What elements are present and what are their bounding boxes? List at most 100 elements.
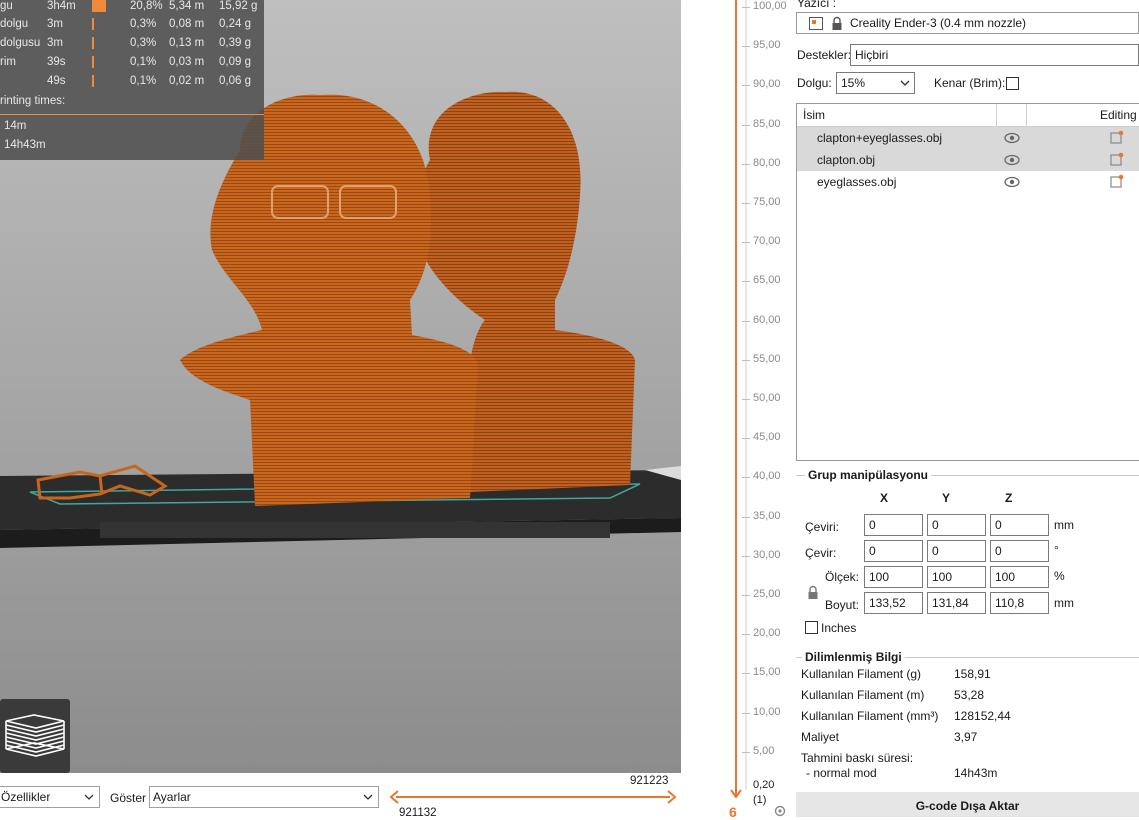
object-row[interactable]: clapton+eyeglasses.obj <box>797 127 1139 149</box>
layer-tick-label: 35,00 <box>753 509 781 522</box>
legend-name: dolgu <box>0 18 29 30</box>
inches-checkbox[interactable] <box>805 621 818 634</box>
legend-time: 3m <box>47 37 63 49</box>
column-name-header[interactable]: İsim <box>803 108 825 122</box>
h-slider-left-value: 921132 <box>399 807 437 819</box>
layer-tick-label: 40,00 <box>753 470 781 483</box>
filament-grams-value: 158,91 <box>954 667 991 681</box>
inches-label: Inches <box>821 621 857 635</box>
printer-label: Yazıcı : <box>797 0 837 10</box>
layer-tick-mark <box>742 203 750 204</box>
cost-value: 3,97 <box>954 730 978 744</box>
supports-select[interactable]: Hiçbiri <box>850 44 1139 66</box>
show-select[interactable]: Ayarlar <box>149 786 379 808</box>
layer-tick-mark <box>742 163 750 165</box>
view-type-select[interactable]: Özellikler <box>0 786 100 808</box>
printing-time-row: 14h43m <box>4 139 46 151</box>
layer-tick-label: 20,00 <box>753 627 781 640</box>
legend-bar <box>92 0 106 12</box>
object-name: eyeglasses.obj <box>817 175 897 189</box>
legend-name: dolgusu <box>0 37 41 49</box>
layer-tick-mark <box>742 242 750 244</box>
rotate-x-input[interactable]: 0 <box>864 540 923 562</box>
scale-y-input[interactable]: 100 <box>927 566 986 588</box>
normal-mode-value: 14h43m <box>954 766 998 780</box>
show-label: Göster <box>110 791 147 805</box>
brim-label: Kenar (Brim): <box>934 76 1006 90</box>
layer-tick-mark <box>742 320 750 322</box>
normal-mode-label: - normal mod <box>806 766 877 780</box>
legend-grams: 0,24 g <box>219 18 251 30</box>
object-name: clapton.obj <box>817 153 876 167</box>
legend-meters: 5,34 m <box>169 0 205 12</box>
visibility-eye-icon[interactable] <box>1004 154 1020 166</box>
layer-slider[interactable]: 6 100,00 95,00 90,00 85,00 80,00 75,00 70,00 65… <box>720 0 796 817</box>
filament-meters-label: Kullanılan Filament (m) <box>801 688 925 702</box>
size-y-input[interactable]: 131,84 <box>927 592 986 614</box>
printing-times-title: rinting times: <box>0 95 66 107</box>
horizontal-slider[interactable] <box>388 789 678 805</box>
sliced-info-title: Dilimlenmiş Bilgi <box>802 650 905 664</box>
layer-tick-mark <box>742 399 750 400</box>
layer-tick-label: 60,00 <box>753 313 781 326</box>
bottom-toolbar: Özellikler Göster Ayarlar 921223 921132 <box>0 773 720 819</box>
scale-lock-icon[interactable] <box>807 585 819 600</box>
infill-select[interactable]: 15% <box>836 72 915 94</box>
edit-object-icon[interactable] <box>1110 130 1124 144</box>
size-x-input[interactable]: 133,52 <box>864 592 923 614</box>
edit-object-icon[interactable] <box>1110 152 1124 166</box>
layer-tick-label: 25,00 <box>753 588 781 600</box>
layer-tick-label: 30,00 <box>753 548 781 561</box>
layer-tick-label: 10,00 <box>753 705 781 718</box>
filament-grams-label: Kullanılan Filament (g) <box>801 667 922 681</box>
scale-label: Ölçek: <box>825 570 860 584</box>
legend-meters: 0,13 m <box>169 37 205 49</box>
rotate-z-input[interactable]: 0 <box>990 540 1049 562</box>
scale-z-input[interactable]: 100 <box>990 566 1049 588</box>
view-type-value: Özellikler <box>1 790 51 804</box>
visibility-eye-icon[interactable] <box>1004 132 1020 144</box>
filament-meters-value: 53,28 <box>954 688 985 702</box>
group-manipulation-title: Grup manipülasyonu <box>805 468 932 482</box>
column-editing-header[interactable]: Editing <box>1100 108 1137 122</box>
infill-label: Dolgu: <box>797 76 832 90</box>
legend-grams: 0,06 g <box>219 75 251 87</box>
size-z-input[interactable]: 110,8 <box>990 592 1049 614</box>
translate-x-input[interactable]: 0 <box>864 514 923 536</box>
export-gcode-button[interactable]: G-code Dışa Aktar <box>796 792 1139 817</box>
layer-tick-label: 55,00 <box>753 352 781 365</box>
printer-select[interactable]: Creality Ender-3 (0.4 mm nozzle) <box>796 12 1139 34</box>
settings-cog-icon[interactable] <box>773 804 787 818</box>
layer-tick-label: 85,00 <box>753 117 781 130</box>
3d-viewport[interactable]: gu 3h4m 20,8% 5,34 m 15,92 g dolgu 3m 0,… <box>0 0 681 773</box>
object-row[interactable]: clapton.obj <box>797 149 1139 171</box>
y-column-label: Y <box>942 491 951 505</box>
object-row[interactable]: eyeglasses.obj <box>797 171 1139 193</box>
chevron-down-icon <box>363 794 373 800</box>
size-unit: mm <box>1054 596 1074 610</box>
layer-tick-label: 70,00 <box>753 235 781 248</box>
scale-x-input[interactable]: 100 <box>864 566 923 588</box>
legend-bar <box>92 18 94 30</box>
layer-view-button[interactable] <box>0 699 70 773</box>
brim-checkbox[interactable] <box>1006 77 1019 90</box>
edit-object-icon[interactable] <box>1110 174 1124 188</box>
layer-tick-mark <box>742 516 750 518</box>
legend-name: rim <box>0 56 16 68</box>
layer-tick-label: 75,00 <box>753 196 781 208</box>
translate-y-input[interactable]: 0 <box>927 514 986 536</box>
object-name: clapton+eyeglasses.obj <box>817 131 943 145</box>
legend-grams: 0,09 g <box>219 56 251 68</box>
legend-time: 49s <box>47 75 66 87</box>
rotate-y-input[interactable]: 0 <box>927 540 986 562</box>
layer-tick-mark <box>742 359 750 361</box>
chevron-down-icon <box>84 794 94 800</box>
infill-value: 15% <box>841 76 866 90</box>
translate-z-input[interactable]: 0 <box>990 514 1049 536</box>
h-slider-right-value: 921223 <box>630 775 669 787</box>
layer-tick-label: 95,00 <box>753 39 781 52</box>
scale-unit: % <box>1054 569 1065 583</box>
layer-tick-mark <box>742 85 750 87</box>
visibility-eye-icon[interactable] <box>1004 176 1020 188</box>
layer-tick-label: 15,00 <box>753 666 781 679</box>
